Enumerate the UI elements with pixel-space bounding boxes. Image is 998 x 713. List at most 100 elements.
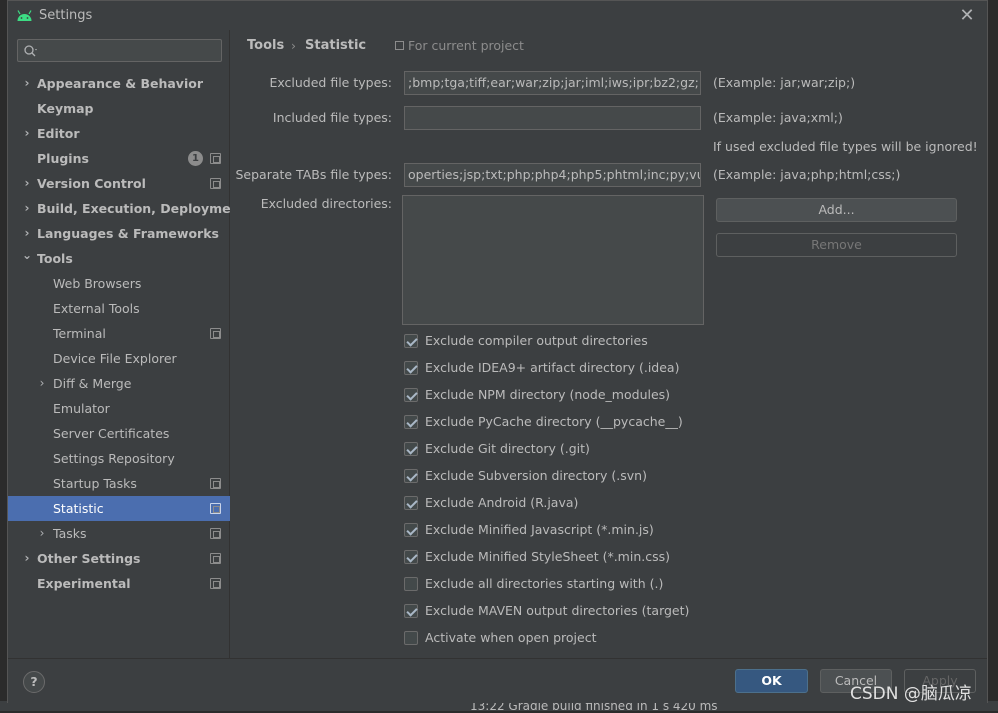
sidebar-item-tools[interactable]: ⌄ Tools (8, 246, 230, 271)
checkbox-checked[interactable] (404, 415, 418, 429)
project-scope-icon (210, 528, 221, 539)
chevron-right-icon: › (24, 551, 30, 565)
checkbox-checked[interactable] (404, 523, 418, 537)
project-scope-icon (210, 328, 221, 339)
checkbox-checked[interactable] (404, 550, 418, 564)
sidebar-item-build[interactable]: › Build, Execution, Deployment (8, 196, 246, 221)
separate-tabs-field[interactable]: operties;jsp;txt;php;php4;php5;phtml;inc… (404, 163, 701, 187)
excluded-dirs-list[interactable] (402, 195, 704, 325)
sidebar-item-languages[interactable]: › Languages & Frameworks (8, 221, 230, 246)
sidebar-item-web-browsers[interactable]: Web Browsers (8, 271, 230, 296)
chevron-down-icon: ⌄ (21, 248, 33, 262)
sidebar-item-device-file-explorer[interactable]: Device File Explorer (8, 346, 230, 371)
sidebar-item-appearance[interactable]: › Appearance & Behavior (8, 71, 230, 96)
sidebar-item-label: Experimental (37, 576, 131, 591)
sidebar-item-label: Tasks (53, 526, 87, 541)
sidebar-item-label: Server Certificates (53, 426, 170, 441)
sidebar-item-tasks[interactable]: › Tasks (8, 521, 230, 546)
separate-tabs-label: Separate TABs file types: (235, 167, 392, 182)
sidebar-item-label: Keymap (37, 101, 94, 116)
chevron-right-icon: › (39, 526, 45, 540)
checkbox-label: Exclude all directories starting with (.… (425, 576, 664, 591)
checkbox-label: Exclude PyCache directory (__pycache__) (425, 414, 683, 429)
project-scope-icon (210, 153, 221, 164)
included-types-label: Included file types: (272, 110, 392, 125)
breadcrumb-separator: › (291, 38, 296, 53)
ok-button[interactable]: OK (735, 669, 808, 693)
excluded-types-hint: (Example: jar;war;zip;) (713, 75, 856, 90)
sidebar-item-label: Startup Tasks (53, 476, 137, 491)
sidebar-item-label: Emulator (53, 401, 110, 416)
search-input[interactable] (17, 39, 222, 62)
checkbox-checked[interactable] (404, 469, 418, 483)
checkbox-label: Exclude Subversion directory (.svn) (425, 468, 647, 483)
sidebar-item-label: External Tools (53, 301, 140, 316)
checkbox-label: Exclude IDEA9+ artifact directory (.idea… (425, 360, 680, 375)
chevron-right-icon: › (24, 76, 30, 90)
breadcrumb-parent[interactable]: Tools (247, 38, 284, 53)
help-button[interactable]: ? (23, 671, 45, 693)
sidebar-item-version-control[interactable]: › Version Control (8, 171, 230, 196)
remove-button[interactable]: Remove (716, 233, 957, 257)
background-ide-edge (988, 0, 998, 711)
sidebar-item-statistic[interactable]: Statistic (8, 496, 230, 521)
search-icon (24, 45, 37, 57)
checkbox-checked[interactable] (404, 388, 418, 402)
excluded-types-field[interactable]: ;bmp;tga;tiff;ear;war;zip;jar;iml;iws;ip… (404, 71, 701, 95)
sidebar-item-server-certificates[interactable]: Server Certificates (8, 421, 230, 446)
sidebar-item-emulator[interactable]: Emulator (8, 396, 230, 421)
update-badge: 1 (188, 151, 203, 166)
checkbox-label: Exclude Minified Javascript (*.min.js) (425, 522, 654, 537)
sidebar-item-keymap[interactable]: Keymap (8, 96, 230, 121)
sidebar-item-external-tools[interactable]: External Tools (8, 296, 230, 321)
sidebar-item-label: Other Settings (37, 551, 141, 566)
sidebar-item-editor[interactable]: › Editor (8, 121, 230, 146)
sidebar-item-startup-tasks[interactable]: Startup Tasks (8, 471, 230, 496)
dialog-footer: ? OK Cancel Apply (8, 658, 987, 703)
android-icon (17, 10, 32, 21)
separate-tabs-hint: (Example: java;php;html;css;) (713, 167, 901, 182)
checkbox-unchecked[interactable] (404, 577, 418, 591)
excluded-dirs-label: Excluded directories: (260, 196, 392, 211)
checkbox-label: Exclude Android (R.java) (425, 495, 579, 510)
checkbox-label: Exclude compiler output directories (425, 333, 648, 348)
checkbox-checked[interactable] (404, 496, 418, 510)
sidebar-item-label: Editor (37, 126, 80, 141)
sidebar-item-diff-merge[interactable]: › Diff & Merge (8, 371, 230, 396)
sidebar-item-label: Tools (37, 251, 73, 266)
close-button[interactable]: ✕ (956, 5, 978, 27)
checkbox-unchecked[interactable] (404, 631, 418, 645)
chevron-right-icon: › (24, 201, 30, 215)
page-title: Statistic (305, 38, 367, 53)
sidebar-item-label: Build, Execution, Deployment (37, 201, 246, 216)
settings-content: Tools › Statistic For current project Ex… (231, 30, 987, 658)
sidebar-item-other-settings[interactable]: › Other Settings (8, 546, 230, 571)
checkbox-label: Exclude Minified StyleSheet (*.min.css) (425, 549, 670, 564)
project-scope-icon (210, 178, 221, 189)
project-scope-icon (210, 478, 221, 489)
checkbox-checked[interactable] (404, 604, 418, 618)
sidebar-item-label: Settings Repository (53, 451, 175, 466)
chevron-right-icon: › (39, 376, 45, 390)
add-button[interactable]: Add... (716, 198, 957, 222)
sidebar-item-label: Statistic (53, 501, 104, 516)
sidebar-item-label: Web Browsers (53, 276, 142, 291)
sidebar-item-settings-repository[interactable]: Settings Repository (8, 446, 230, 471)
scope-label: For current project (408, 38, 524, 53)
checkbox-checked[interactable] (404, 361, 418, 375)
sidebar-item-label: Plugins (37, 151, 89, 166)
sidebar-item-terminal[interactable]: Terminal (8, 321, 230, 346)
sidebar-item-label: Terminal (53, 326, 106, 341)
sidebar-item-experimental[interactable]: Experimental (8, 571, 230, 596)
checkbox-checked[interactable] (404, 334, 418, 348)
sidebar-item-plugins[interactable]: Plugins 1 (8, 146, 230, 171)
included-types-field[interactable] (404, 106, 701, 130)
project-scope-icon (210, 503, 221, 514)
sidebar-item-label: Diff & Merge (53, 376, 132, 391)
checkbox-checked[interactable] (404, 442, 418, 456)
excluded-types-label: Excluded file types: (269, 75, 392, 90)
checkbox-label: Exclude MAVEN output directories (target… (425, 603, 690, 618)
included-types-note: If used excluded file types will be igno… (713, 139, 978, 154)
chevron-right-icon: › (24, 126, 30, 140)
checkbox-label: Exclude NPM directory (node_modules) (425, 387, 671, 402)
